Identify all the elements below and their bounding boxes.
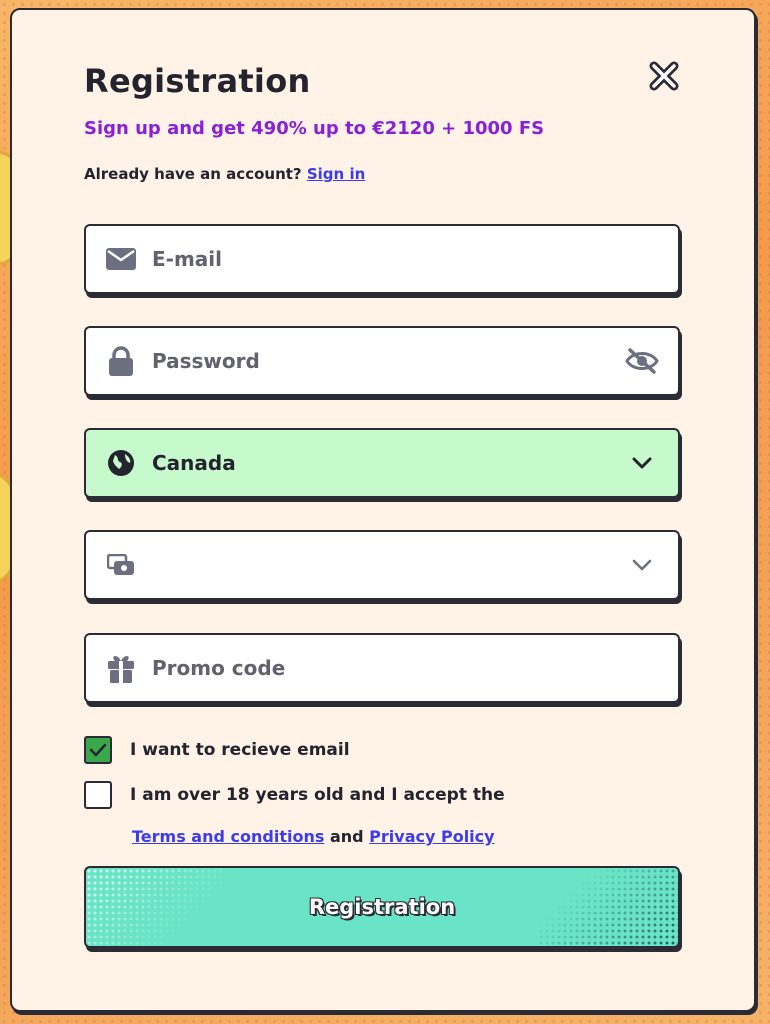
close-icon[interactable] [648,60,680,92]
chevron-down-icon[interactable] [622,443,662,483]
signin-link[interactable]: Sign in [307,165,365,183]
age-terms-row: I am over 18 years old and I accept the [84,781,505,809]
button-texture [86,868,226,946]
wallet-icon [106,550,136,580]
eye-off-icon[interactable] [622,341,662,381]
email-field[interactable] [84,224,680,294]
checkmark-icon [89,743,107,757]
lock-icon [106,346,136,376]
email-optin-label: I want to recieve email [130,740,350,760]
promo-code-field[interactable] [84,633,680,703]
signin-prompt: Already have an account? [84,165,302,183]
age-terms-label: I am over 18 years old and I accept the [130,785,505,805]
button-texture [538,868,678,946]
email-optin-checkbox[interactable] [84,736,112,764]
registration-modal: Registration Sign up and get 490% up to … [10,8,756,1012]
email-optin-row: I want to recieve email [84,736,350,764]
terms-links: Terms and conditions and Privacy Policy [132,827,495,846]
country-value: Canada [152,451,236,475]
currency-select[interactable] [84,530,680,600]
age-terms-checkbox[interactable] [84,781,112,809]
promo-code-input[interactable] [152,656,678,680]
submit-label: Registration [308,895,456,919]
country-select[interactable]: Canada [84,428,680,498]
email-input[interactable] [152,247,678,271]
terms-and: and [329,827,364,846]
password-input[interactable] [152,349,622,373]
envelope-icon [106,244,136,274]
password-field[interactable] [84,326,680,396]
chevron-down-icon[interactable] [622,545,662,585]
signin-row: Already have an account? Sign in [84,165,365,183]
privacy-link[interactable]: Privacy Policy [369,827,494,846]
terms-link[interactable]: Terms and conditions [132,827,324,846]
gift-icon [106,653,136,683]
modal-title: Registration [84,62,311,100]
globe-icon [106,448,136,478]
registration-submit-button[interactable]: Registration [84,866,680,948]
bonus-subtitle: Sign up and get 490% up to €2120 + 1000 … [84,118,545,139]
